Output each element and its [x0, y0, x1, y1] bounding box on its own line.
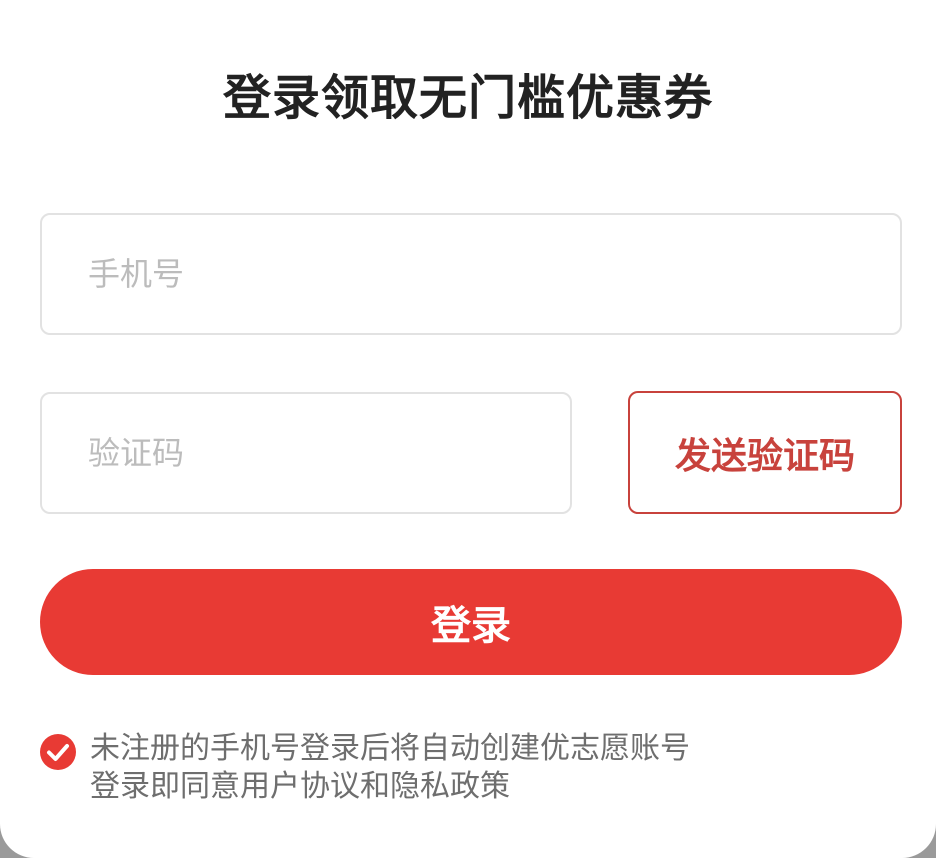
login-button[interactable]: 登录 — [40, 569, 902, 675]
agreement-line-1: 未注册的手机号登录后将自动创建优志愿账号 — [90, 731, 690, 766]
send-code-label: 发送验证码 — [674, 435, 855, 477]
agreement-checkbox[interactable] — [40, 734, 76, 770]
phone-input[interactable] — [42, 215, 900, 333]
login-button-label: 登录 — [431, 603, 511, 649]
checkmark-icon — [47, 744, 69, 761]
login-dialog: 登录领取无门槛优惠券 发送验证码 登录 未注册的手机号登录后将自动创建优志愿账号… — [0, 0, 936, 858]
dialog-title: 登录领取无门槛优惠券 — [222, 70, 713, 126]
code-field-box — [40, 392, 572, 514]
verification-code-input[interactable] — [42, 394, 570, 512]
phone-field-box — [40, 213, 902, 335]
send-code-button[interactable]: 发送验证码 — [628, 391, 902, 514]
agreement-text: 未注册的手机号登录后将自动创建优志愿账号 登录即同意用户协议和隐私政策 — [90, 730, 690, 806]
agreement-line-2: 登录即同意用户协议和隐私政策 — [90, 769, 510, 804]
